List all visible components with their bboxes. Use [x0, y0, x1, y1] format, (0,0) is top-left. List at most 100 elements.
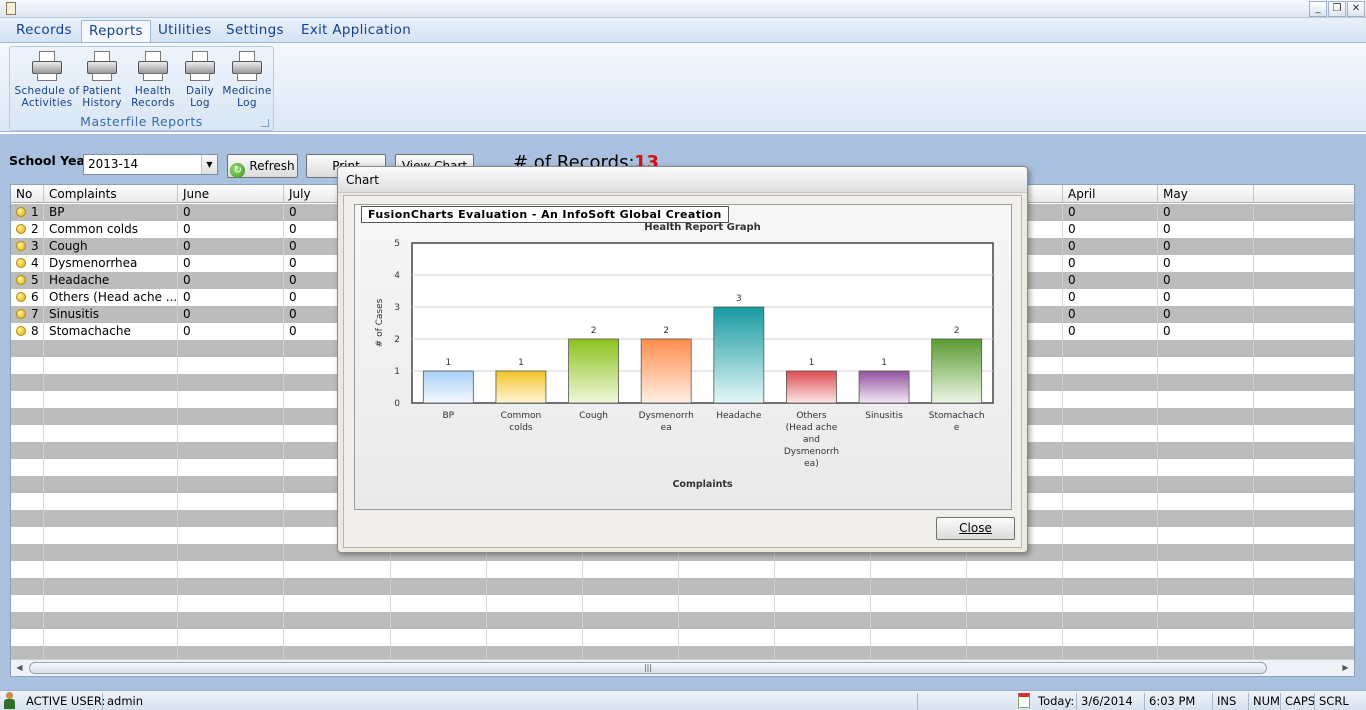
empty-cell [1158, 340, 1254, 357]
empty-cell [44, 629, 178, 646]
chevron-down-icon[interactable]: ▼ [201, 155, 217, 174]
column-header[interactable]: April [1063, 185, 1158, 203]
menu-exit-application[interactable]: Exit Application [294, 20, 418, 42]
month-value-cell: 0 [1063, 272, 1158, 289]
menu-settings[interactable]: Settings [219, 20, 291, 42]
month-value-cell: 0 [1063, 238, 1158, 255]
x-tick-label: Headache [716, 411, 762, 421]
empty-cell [11, 374, 44, 391]
empty-cell [1063, 357, 1158, 374]
y-axis-label: # of Cases [375, 298, 385, 347]
empty-cell [1158, 493, 1254, 510]
empty-cell [1158, 646, 1254, 660]
empty-cell [11, 646, 44, 660]
status-dot-icon [16, 207, 26, 217]
bar-value-label: 3 [736, 294, 742, 304]
schedule-of-activities-button[interactable]: Schedule of Activities [14, 51, 80, 111]
empty-cell [967, 629, 1063, 646]
active-user-value: admin [102, 693, 917, 710]
complaint-cell: Dysmenorrhea [44, 255, 178, 272]
scroll-left-icon[interactable]: ◀ [11, 660, 28, 676]
minimize-button[interactable]: _ [1309, 1, 1327, 17]
empty-table-row[interactable] [11, 646, 1354, 660]
daily-log-button[interactable]: Daily Log [180, 51, 220, 111]
empty-cell [1063, 442, 1158, 459]
empty-cell [487, 578, 583, 595]
bar [422, 370, 474, 404]
empty-cell [44, 425, 178, 442]
empty-cell [178, 646, 284, 660]
empty-cell [679, 629, 775, 646]
active-user-label: ACTIVE USER: [26, 694, 106, 708]
empty-cell [178, 578, 284, 595]
bar [786, 370, 837, 404]
empty-cell [1063, 629, 1158, 646]
empty-cell [1063, 391, 1158, 408]
empty-table-row[interactable] [11, 595, 1354, 612]
empty-cell [11, 442, 44, 459]
y-tick-label: 2 [394, 335, 400, 345]
month-value-cell: 0 [178, 289, 284, 306]
column-header[interactable]: June [178, 185, 284, 203]
empty-cell [1063, 425, 1158, 442]
bar [640, 338, 692, 404]
scroll-right-icon[interactable]: ▶ [1337, 660, 1354, 676]
empty-cell [44, 357, 178, 374]
bar [713, 306, 765, 404]
menu-reports[interactable]: Reports [81, 20, 151, 42]
menu-utilities[interactable]: Utilities [151, 20, 219, 42]
empty-cell [1063, 340, 1158, 357]
empty-cell [11, 612, 44, 629]
restore-button[interactable]: ❐ [1328, 1, 1346, 17]
today-date: 3/6/2014 [1076, 693, 1144, 710]
empty-cell [1158, 408, 1254, 425]
empty-cell [11, 578, 44, 595]
close-chart-button[interactable]: Close [936, 517, 1015, 540]
bar-value-label: 1 [445, 358, 451, 368]
dialog-launcher-icon[interactable] [261, 119, 269, 127]
empty-cell [1158, 612, 1254, 629]
complaint-cell: BP [44, 204, 178, 221]
empty-cell [1158, 544, 1254, 561]
empty-table-row[interactable] [11, 629, 1354, 646]
column-header[interactable]: May [1158, 185, 1254, 203]
x-tick-label: colds [509, 423, 533, 433]
empty-cell [1158, 561, 1254, 578]
empty-table-row[interactable] [11, 612, 1354, 629]
bar [931, 338, 983, 404]
menu-records[interactable]: Records [9, 20, 79, 42]
patient-history-button[interactable]: Patient History [80, 51, 124, 111]
column-header[interactable]: No [11, 185, 44, 203]
empty-cell [775, 595, 871, 612]
health-records-button[interactable]: Health Records [131, 51, 175, 111]
row-number: 4 [11, 255, 44, 272]
empty-cell [178, 612, 284, 629]
empty-cell [391, 646, 487, 660]
empty-cell [871, 646, 967, 660]
health-report-chart: Health Report Graph 0 1 2 3 4 5 # of Cases 1 BP 1 C… [375, 222, 994, 490]
ribbon-group-masterfile-reports: Schedule of Activities Patient History H… [9, 46, 274, 131]
printer-icon [85, 51, 119, 83]
medicine-log-button[interactable]: Medicine Log [222, 51, 272, 111]
empty-cell [178, 629, 284, 646]
school-year-label: School Year [9, 153, 92, 168]
refresh-button[interactable]: ↻ Refresh [227, 154, 298, 178]
empty-table-row[interactable] [11, 578, 1354, 595]
close-window-button[interactable]: ✕ [1347, 1, 1365, 17]
empty-cell [583, 646, 679, 660]
horizontal-scrollbar[interactable]: ◀ ||| ▶ [11, 659, 1354, 676]
y-tick-label: 3 [394, 303, 400, 313]
school-year-select[interactable]: 2013-14 ▼ [83, 154, 218, 175]
scrollbar-thumb[interactable]: ||| [29, 662, 1267, 674]
row-number: 3 [11, 238, 44, 255]
chart-dialog-title[interactable]: Chart [338, 167, 1027, 193]
status-bar: ACTIVE USER: admin Today: 3/6/2014 6:03 … [0, 690, 1366, 710]
status-dot-icon [16, 292, 26, 302]
x-tick-label: Stomachach [929, 411, 985, 421]
status-dot-icon [16, 275, 26, 285]
month-value-cell: 0 [1158, 323, 1254, 340]
column-header[interactable]: Complaints [44, 185, 178, 203]
empty-table-row[interactable] [11, 561, 1354, 578]
empty-cell [967, 561, 1063, 578]
month-value-cell: 0 [1063, 221, 1158, 238]
